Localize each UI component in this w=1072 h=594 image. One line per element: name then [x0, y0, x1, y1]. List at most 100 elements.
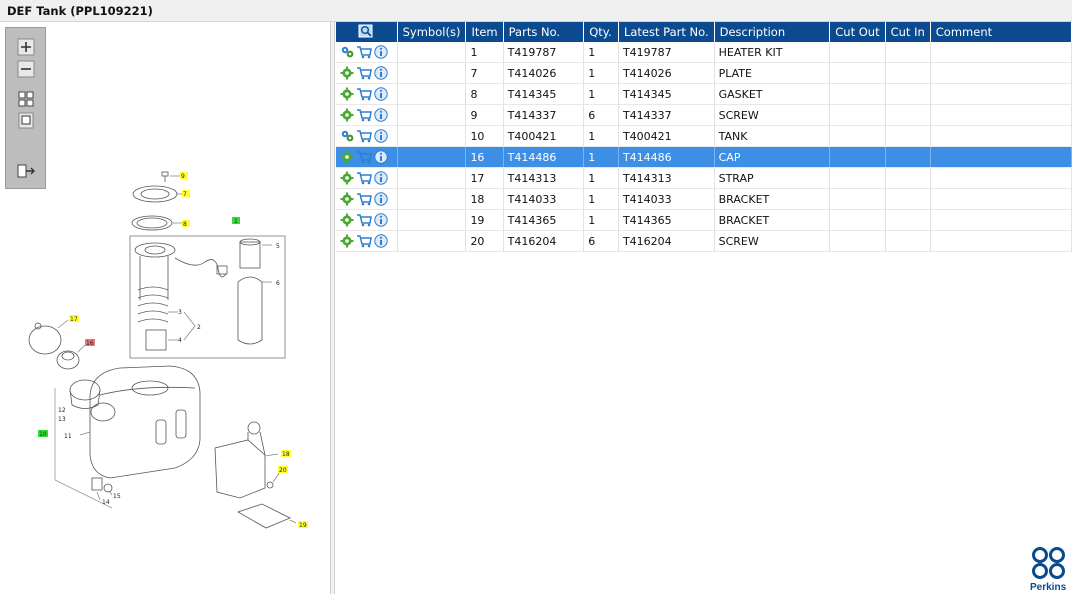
cell-description: STRAP	[714, 167, 831, 189]
table-row[interactable]: 9 T414337 6 T414337 SCREW	[336, 104, 1072, 126]
exploded-diagram[interactable]: 9 7 8 1 5 6 3 2 4 17 16 10 11 12 13 14 1…	[0, 22, 331, 594]
callout-17[interactable]: 17	[70, 316, 78, 323]
cell-parts-no: T414026	[503, 62, 585, 84]
info-icon[interactable]	[374, 108, 388, 122]
info-icon[interactable]	[374, 192, 388, 206]
table-row[interactable]: 19 T414365 1 T414365 BRACKET	[336, 209, 1072, 231]
cell-cut-out	[829, 125, 886, 147]
row-actions-cell	[336, 62, 398, 84]
cell-qty: 1	[583, 167, 619, 189]
column-header-search[interactable]	[336, 22, 398, 42]
zoom-out-button[interactable]	[16, 60, 36, 78]
cart-icon[interactable]	[356, 234, 372, 248]
zoom-out-icon	[17, 60, 35, 78]
column-header-comment[interactable]: Comment	[930, 22, 1072, 42]
info-icon[interactable]	[374, 87, 388, 101]
callout-10[interactable]: 10	[39, 431, 47, 438]
gear-icon[interactable]	[340, 87, 354, 101]
cart-icon[interactable]	[356, 213, 372, 227]
gear-icon[interactable]	[340, 150, 354, 164]
multi-gear-icon[interactable]	[340, 45, 354, 59]
cell-qty: 1	[583, 83, 619, 105]
cell-comment	[930, 62, 1072, 84]
cart-icon[interactable]	[356, 108, 372, 122]
callout-6: 6	[276, 280, 280, 287]
table-row[interactable]: 16 T414486 1 T414486 CAP	[336, 146, 1072, 168]
zoom-toolbox	[5, 27, 46, 189]
column-header-symbols[interactable]: Symbol(s)	[397, 22, 467, 42]
info-icon[interactable]	[374, 171, 388, 185]
row-actions-cell	[336, 188, 398, 210]
gear-icon[interactable]	[340, 66, 354, 80]
table-row[interactable]: 8 T414345 1 T414345 GASKET	[336, 83, 1072, 105]
info-icon[interactable]	[374, 150, 388, 164]
column-header-cut-in[interactable]: Cut In	[885, 22, 931, 42]
table-row[interactable]: 1 T419787 1 T419787 HEATER KIT	[336, 42, 1072, 63]
table-row[interactable]: 17 T414313 1 T414313 STRAP	[336, 167, 1072, 189]
cell-qty: 6	[583, 104, 619, 126]
callout-20[interactable]: 20	[279, 467, 287, 474]
cell-parts-no: T414033	[503, 188, 585, 210]
zoom-in-button[interactable]	[16, 38, 36, 56]
cell-description: SCREW	[714, 104, 831, 126]
column-header-parts-no[interactable]: Parts No.	[503, 22, 585, 42]
cell-symbols	[397, 209, 467, 231]
cart-icon[interactable]	[356, 192, 372, 206]
cart-icon[interactable]	[356, 150, 372, 164]
info-icon[interactable]	[374, 45, 388, 59]
table-row[interactable]: 18 T414033 1 T414033 BRACKET	[336, 188, 1072, 210]
callout-8[interactable]: 8	[183, 221, 187, 228]
callout-13: 13	[58, 416, 66, 423]
table-row[interactable]: 20 T416204 6 T416204 SCREW	[336, 230, 1072, 252]
multi-gear-icon[interactable]	[340, 129, 354, 143]
info-icon[interactable]	[374, 66, 388, 80]
callout-9[interactable]: 9	[181, 173, 185, 180]
cart-icon[interactable]	[356, 87, 372, 101]
cell-cut-out	[829, 104, 886, 126]
gear-icon[interactable]	[340, 108, 354, 122]
gear-icon[interactable]	[340, 213, 354, 227]
cell-symbols	[397, 104, 467, 126]
cart-icon[interactable]	[356, 129, 372, 143]
window-title: DEF Tank (PPL109221)	[7, 4, 153, 18]
cell-qty: 1	[583, 146, 619, 168]
column-header-cut-out[interactable]: Cut Out	[829, 22, 886, 42]
cart-icon[interactable]	[356, 66, 372, 80]
export-button[interactable]	[16, 162, 36, 180]
diagram-panel[interactable]: 9 7 8 1 5 6 3 2 4 17 16 10 11 12 13 14 1…	[0, 22, 331, 594]
info-icon[interactable]	[374, 129, 388, 143]
actual-size-button[interactable]	[16, 112, 36, 130]
callout-1[interactable]: 1	[234, 218, 238, 225]
cell-symbols	[397, 146, 467, 168]
panel-splitter[interactable]	[331, 22, 335, 594]
gear-icon[interactable]	[340, 171, 354, 185]
info-icon[interactable]	[374, 234, 388, 248]
cart-icon[interactable]	[356, 45, 372, 59]
window-titlebar: DEF Tank (PPL109221)	[0, 0, 1072, 22]
cell-cut-in	[885, 230, 931, 252]
cell-item: 16	[465, 146, 504, 168]
fit-page-button[interactable]	[16, 90, 36, 108]
cell-description: CAP	[714, 146, 831, 168]
callout-16[interactable]: 16	[86, 340, 94, 347]
cart-icon[interactable]	[356, 171, 372, 185]
column-header-item[interactable]: Item	[465, 22, 504, 42]
column-header-description[interactable]: Description	[714, 22, 831, 42]
gear-icon[interactable]	[340, 234, 354, 248]
cell-item: 10	[465, 125, 504, 147]
callout-12: 12	[58, 407, 66, 414]
column-header-latest-part-no[interactable]: Latest Part No.	[618, 22, 715, 42]
cell-cut-out	[829, 146, 886, 168]
table-row[interactable]: 10 T400421 1 T400421 TANK	[336, 125, 1072, 147]
cell-cut-out	[829, 62, 886, 84]
callout-19[interactable]: 19	[299, 522, 307, 529]
gear-icon[interactable]	[340, 192, 354, 206]
info-icon[interactable]	[374, 213, 388, 227]
cell-latest-part-no: T414313	[618, 167, 715, 189]
callout-18[interactable]: 18	[282, 451, 290, 458]
column-header-qty[interactable]: Qty.	[583, 22, 619, 42]
table-row[interactable]: 7 T414026 1 T414026 PLATE	[336, 62, 1072, 84]
cell-latest-part-no: T414486	[618, 146, 715, 168]
cell-symbols	[397, 42, 467, 63]
callout-7[interactable]: 7	[183, 191, 187, 198]
